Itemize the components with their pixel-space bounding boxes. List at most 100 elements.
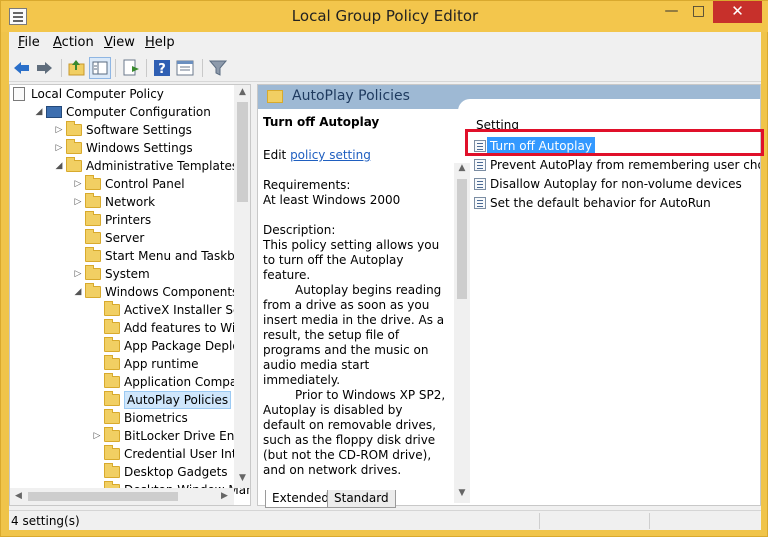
expand-arrow-icon[interactable]: ▷ [92, 427, 102, 445]
folder-icon [85, 265, 101, 280]
tree-item-label: Credential User Interface [124, 447, 250, 461]
tree-item[interactable]: ▷ System [10, 265, 234, 283]
tab-extended[interactable]: Extended [265, 490, 336, 508]
description-scroll-thumb[interactable] [457, 179, 467, 299]
tree-item[interactable]: ▷ Software Settings [10, 121, 234, 139]
folder-icon [104, 409, 120, 424]
tree-item-label: BitLocker Drive Encryption [124, 429, 250, 443]
folder-icon [267, 90, 283, 103]
menu-action[interactable]: Action [53, 35, 94, 50]
tree-item[interactable]: ▷ Network [10, 193, 234, 211]
tree-item-label: Server [105, 231, 145, 245]
tree-item[interactable]: Start Menu and Taskbar [10, 247, 247, 265]
folder-icon [85, 283, 101, 298]
forward-arrow-icon[interactable] [33, 57, 55, 79]
tree-item[interactable]: Local Computer Policy [10, 85, 234, 103]
tree-item-label: Biometrics [124, 411, 188, 425]
requirements-label: Requirements: [263, 178, 351, 192]
maximize-button[interactable]: □ [685, 1, 712, 23]
folder-icon [66, 121, 82, 136]
scroll-up-icon[interactable]: ▲ [234, 87, 250, 97]
scroll-right-icon[interactable]: ▶ [216, 491, 233, 501]
tree-horizontal-scrollbar[interactable]: ◀ ▶ [10, 488, 234, 505]
tree-item[interactable]: Server [10, 229, 234, 247]
collapse-arrow-icon[interactable]: ◢ [34, 103, 44, 121]
expand-arrow-icon[interactable]: ▷ [54, 139, 64, 157]
tab-standard[interactable]: Standard [327, 490, 396, 508]
svg-text:?: ? [158, 62, 166, 77]
tree-item-label: Desktop Gadgets [124, 465, 228, 479]
status-bar: 4 setting(s) [9, 510, 761, 530]
tree-vertical-scrollbar[interactable]: ▲ ▼ [234, 85, 250, 488]
edit-prefix: Edit [263, 148, 291, 162]
menu-help[interactable]: Help [145, 35, 175, 50]
folder-icon [85, 193, 101, 208]
description-paragraph-1: This policy setting allows you to turn o… [263, 238, 440, 282]
tree-item[interactable]: ◢ Administrative Templates [10, 157, 238, 175]
tree-item[interactable]: App runtime [10, 355, 234, 373]
tree-item[interactable]: Add features to Windows 8 [10, 319, 250, 337]
up-folder-icon[interactable] [66, 57, 88, 79]
menu-bar: File Action View Help [9, 32, 761, 54]
tree-item[interactable]: Application Compatibility [10, 373, 250, 391]
filter-icon[interactable] [207, 57, 229, 79]
tree-item[interactable]: App Package Deployment [10, 337, 250, 355]
title-bar[interactable]: Local Group Policy Editor — □ ✕ [1, 1, 768, 32]
tree-item-label: Control Panel [105, 177, 185, 191]
menu-file[interactable]: File [18, 35, 40, 50]
folder-icon [85, 247, 101, 262]
setting-label: Disallow Autoplay for non-volume devices [490, 177, 742, 191]
requirements-value: At least Windows 2000 [263, 193, 401, 207]
properties-icon[interactable] [174, 57, 196, 79]
tree-item[interactable]: AutoPlay Policies [10, 391, 234, 409]
tree-item-label: Windows Settings [86, 141, 193, 155]
help-icon[interactable]: ? [151, 57, 173, 79]
setting-title: Turn off Autoplay [263, 115, 380, 129]
tree-item[interactable]: ▷ Control Panel [10, 175, 234, 193]
show-hide-tree-icon[interactable] [89, 57, 111, 79]
expand-arrow-icon[interactable]: ▷ [73, 265, 83, 283]
tree-pane[interactable]: Local Computer Policy ◢ Computer Configura… [9, 84, 251, 506]
export-list-icon[interactable] [120, 57, 142, 79]
desc-scroll-up-icon[interactable]: ▲ [454, 163, 470, 173]
back-arrow-icon[interactable] [11, 57, 33, 79]
folder-icon [104, 319, 120, 334]
tree-horizontal-scroll-thumb[interactable] [28, 492, 178, 501]
tree-item-label: Administrative Templates [86, 159, 239, 173]
description-scrollbar[interactable]: ▲ ▼ [454, 163, 470, 503]
expand-arrow-icon[interactable]: ▷ [54, 121, 64, 139]
folder-icon [66, 139, 82, 154]
folder-icon [104, 301, 120, 316]
tree-item[interactable]: ◢ Computer Configuration [10, 103, 234, 121]
description-paragraph-2: Autoplay begins reading from a drive as … [263, 283, 445, 387]
collapse-arrow-icon[interactable]: ◢ [73, 283, 83, 301]
tree-item-label: System [105, 267, 150, 281]
tree-item[interactable]: ▷ BitLocker Drive Encryption [10, 427, 250, 445]
tree-item[interactable]: Desktop Gadgets [10, 463, 234, 481]
menu-view[interactable]: View [104, 35, 135, 50]
details-header-title: AutoPlay Policies [292, 88, 410, 104]
scroll-left-icon[interactable]: ◀ [10, 491, 27, 501]
expand-arrow-icon[interactable]: ▷ [73, 175, 83, 193]
minimize-button[interactable]: — [658, 1, 685, 23]
folder-icon [104, 355, 120, 370]
tree-vertical-scroll-thumb[interactable] [237, 102, 248, 202]
tree-item[interactable]: ▷ Windows Settings [10, 139, 234, 157]
scroll-down-icon[interactable]: ▼ [234, 473, 250, 483]
tree-item[interactable]: Printers [10, 211, 234, 229]
description-label: Description: [263, 223, 336, 237]
app-window: Local Group Policy Editor — □ ✕ File Act… [0, 0, 768, 537]
setting-label: Prevent AutoPlay from remembering user c… [490, 158, 760, 172]
folder-icon [104, 337, 120, 352]
collapse-arrow-icon[interactable]: ◢ [54, 157, 64, 175]
tree-item[interactable]: ActiveX Installer Service [10, 301, 250, 319]
close-button[interactable]: ✕ [713, 1, 762, 23]
tree-item[interactable]: ◢ Windows Components [10, 283, 238, 301]
tree-item[interactable]: Biometrics [10, 409, 234, 427]
expand-arrow-icon[interactable]: ▷ [73, 193, 83, 211]
tree-item-label: AutoPlay Policies [124, 391, 232, 409]
edit-policy-link[interactable]: policy setting [290, 148, 371, 162]
edit-line: Edit policy setting [263, 148, 448, 163]
folder-icon [66, 157, 82, 172]
tree-item[interactable]: Credential User Interface [10, 445, 250, 463]
